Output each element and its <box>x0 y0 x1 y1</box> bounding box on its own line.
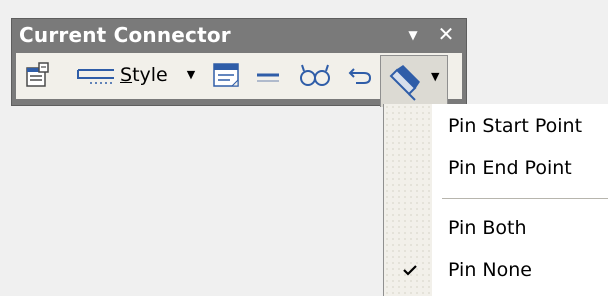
pin-menu: Pin Start Point Pin End Point Pin Both P… <box>383 104 608 296</box>
menu-item-label: Pin End Point <box>448 157 572 179</box>
menu-item-label: Pin None <box>448 259 532 281</box>
toolbar-titlebar[interactable]: Current Connector ▼ ✕ <box>12 19 466 51</box>
pin-dropdown-button[interactable]: ▼ <box>380 55 448 107</box>
menu-item-pin-both[interactable]: Pin Both <box>384 208 608 248</box>
style-dropdown-button[interactable]: ▼ <box>184 59 198 91</box>
style-label-mnemonic: S <box>120 64 133 86</box>
close-toolbar-button[interactable]: ✕ <box>436 21 456 47</box>
properties-icon <box>26 62 49 87</box>
menu-item-label: Pin Start Point <box>448 115 583 137</box>
close-icon: ✕ <box>437 22 455 46</box>
menu-separator <box>442 198 608 199</box>
note-button[interactable] <box>210 59 242 91</box>
dropdown-arrow-icon: ▼ <box>186 68 196 81</box>
menu-item-pin-start-point[interactable]: Pin Start Point <box>384 106 608 146</box>
menu-item-pin-end-point[interactable]: Pin End Point <box>384 148 608 188</box>
connector-style-icon <box>77 69 114 84</box>
note-icon <box>213 63 239 87</box>
menu-item-label: Pin Both <box>448 217 527 239</box>
style-label[interactable]: Style <box>120 62 168 88</box>
triangle-down-icon: ▼ <box>408 28 418 42</box>
menu-item-pin-none[interactable]: Pin None <box>384 250 608 290</box>
properties-button[interactable] <box>24 59 52 91</box>
line-icon <box>257 73 279 82</box>
connector-style-button[interactable] <box>74 59 118 91</box>
undo-button[interactable] <box>346 59 374 91</box>
toolbar-options-button[interactable]: ▼ <box>404 23 422 47</box>
dropdown-arrow-icon: ▼ <box>431 70 440 83</box>
link-icon <box>300 64 330 86</box>
undo-icon <box>348 68 372 84</box>
line-button[interactable] <box>254 59 282 91</box>
style-label-rest: tyle <box>132 64 168 86</box>
pin-icon <box>389 65 420 101</box>
toolbar-title: Current Connector <box>19 23 231 47</box>
checkmark-icon <box>400 260 420 280</box>
link-button[interactable] <box>298 59 332 91</box>
